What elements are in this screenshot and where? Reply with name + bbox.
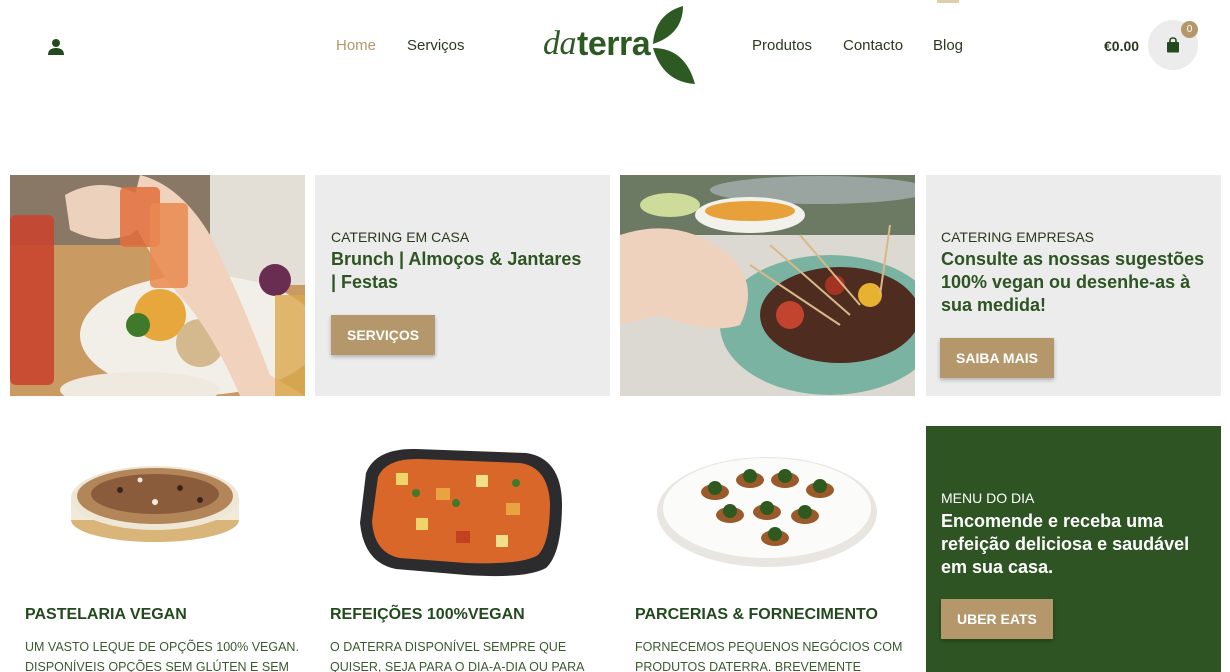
product-desc-refeicoes: O DATERRA DISPONÍVEL SEMPRE QUE QUISER, … bbox=[330, 637, 584, 672]
servicos-button[interactable]: SERVIÇOS bbox=[331, 315, 436, 355]
nav-servicos[interactable]: Serviços bbox=[407, 37, 465, 54]
saiba-mais-button[interactable]: SAIBA MAIS bbox=[940, 338, 1054, 378]
user-icon[interactable] bbox=[46, 38, 66, 56]
shopping-bag-icon bbox=[1167, 37, 1179, 53]
desc-line: PRODUTOS DATERRA. BREVEMENTE bbox=[635, 660, 861, 672]
logo-text-terra: terra bbox=[577, 25, 651, 63]
uber-eats-button[interactable]: UBER EATS bbox=[941, 599, 1053, 639]
brunch-image bbox=[10, 175, 305, 396]
cart-count-badge: 0 bbox=[1181, 21, 1198, 38]
menu-do-dia-kicker: MENU DO DIA bbox=[941, 490, 1035, 506]
product-title-pastelaria[interactable]: PASTELARIA VEGAN bbox=[25, 606, 187, 624]
cake-image bbox=[71, 466, 239, 542]
product-desc-parcerias: FORNECEMOS PEQUENOS NEGÓCIOS COM PRODUTO… bbox=[635, 637, 902, 672]
catering-empresas-kicker: CATERING EMPRESAS bbox=[941, 229, 1094, 245]
menu-do-dia-heading: Encomende e receba uma refeição delicios… bbox=[941, 511, 1190, 577]
partners-image bbox=[655, 450, 880, 570]
logo-text-da: da bbox=[543, 25, 577, 62]
meal-image bbox=[356, 443, 566, 581]
canapes-image bbox=[657, 457, 877, 567]
product-desc-pastelaria: UM VASTO LEQUE DE OPÇÕES 100% VEGAN. DIS… bbox=[25, 637, 299, 672]
desc-line: O DATERRA DISPONÍVEL SEMPRE QUE bbox=[330, 640, 567, 654]
nav-produtos[interactable]: Produtos bbox=[752, 37, 812, 54]
catering-casa-kicker: CATERING EM CASA bbox=[331, 229, 470, 245]
cart-total[interactable]: €0.00 bbox=[1104, 38, 1139, 54]
product-title-refeicoes[interactable]: REFEIÇÕES 100%VEGAN bbox=[330, 606, 525, 624]
tray-image bbox=[360, 448, 562, 577]
site-header: Home Serviços da terra Produtos Contacto… bbox=[0, 0, 1230, 95]
brunch-photo bbox=[10, 175, 305, 396]
desc-line: UM VASTO LEQUE DE OPÇÕES 100% VEGAN. bbox=[25, 640, 299, 654]
skewers-photo bbox=[620, 175, 915, 396]
catering-empresas-heading: Consulte as nossas sugestões 100% vegan … bbox=[941, 249, 1205, 315]
desc-line: QUISER, SEJA PARA O DIA-A-DIA OU PARA bbox=[330, 660, 585, 672]
nav-blog[interactable]: Blog bbox=[933, 37, 963, 54]
nav-contacto[interactable]: Contacto bbox=[843, 37, 903, 54]
catering-casa-heading: Brunch | Almoços & Jantares | Festas bbox=[331, 249, 582, 292]
catering-empresas-tile: CATERING EMPRESAS Consulte as nossas sug… bbox=[926, 175, 1221, 396]
desc-line: DISPONÍVEIS OPÇÕES SEM GLÚTEN E SEM bbox=[25, 660, 289, 672]
menu-do-dia-tile: MENU DO DIA Encomende e receba uma refei… bbox=[926, 426, 1221, 672]
nav-home[interactable]: Home bbox=[336, 37, 376, 54]
skewers-image bbox=[620, 175, 915, 396]
desc-line: FORNECEMOS PEQUENOS NEGÓCIOS COM bbox=[635, 640, 903, 654]
daterra-logo[interactable]: da terra bbox=[543, 4, 703, 86]
pastry-image bbox=[60, 450, 250, 550]
leaf-icon bbox=[653, 6, 695, 84]
catering-casa-tile: CATERING EM CASA Brunch | Almoços & Jant… bbox=[315, 175, 610, 396]
product-title-parcerias[interactable]: PARCERIAS & FORNECIMENTO bbox=[635, 606, 878, 624]
top-accent-bar bbox=[937, 0, 959, 3]
